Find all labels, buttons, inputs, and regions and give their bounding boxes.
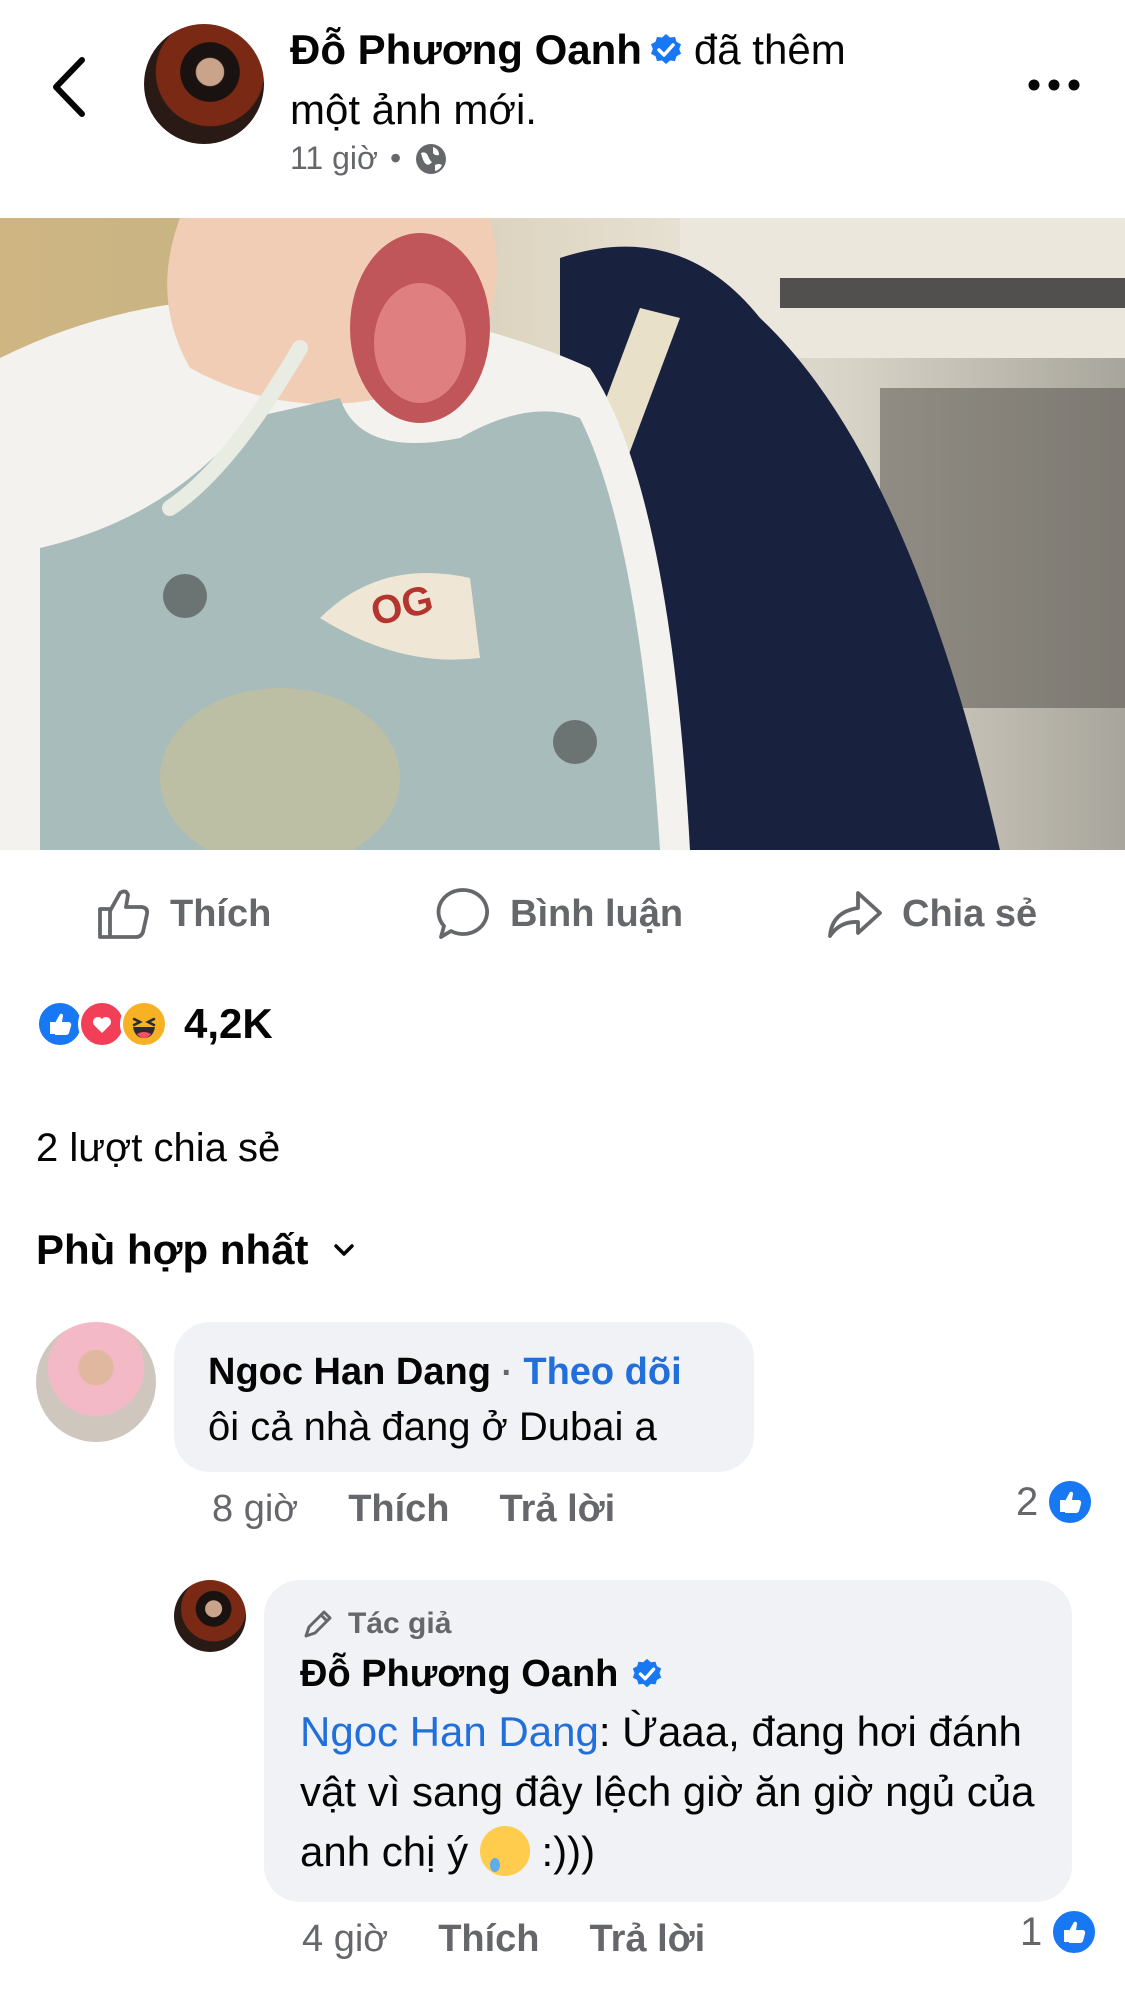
share-count[interactable]: 2 lượt chia sẻ [36,1126,280,1171]
reaction-summary[interactable]: 4,2K [36,1000,273,1048]
sort-label: Phù hợp nhất [36,1226,309,1273]
author-tag: Tác giả [300,1602,1036,1646]
reaction-count: 4,2K [184,1000,273,1047]
commenter-avatar[interactable] [36,1322,156,1442]
verified-badge-icon [633,1658,662,1688]
share-button[interactable]: Chia sẻ [826,884,1037,944]
like-icon [1050,1908,1099,1956]
comment-sort-dropdown[interactable]: Phù hợp nhất [36,1226,355,1274]
verified-badge-icon [650,34,681,64]
comment-like-button[interactable]: Thích [348,1488,449,1531]
author-tag-label: Tác giả [348,1607,452,1640]
share-label: Chia sẻ [902,892,1038,935]
author-avatar[interactable] [144,24,264,144]
thumbs-up-icon [98,889,150,939]
like-button[interactable]: Thích [94,884,271,944]
reply-body-end: :))) [529,1828,596,1875]
chevron-down-icon [333,1244,354,1256]
mention-link[interactable]: Ngoc Han Dang [300,1708,599,1755]
meta-separator: • [390,140,402,176]
post-header: Đỗ Phương Oanh đã thêm một ảnh mới. 11 g… [0,0,1125,218]
reply-meta: 4 giờ Thích Trả lời [302,1918,705,1961]
post-title: Đỗ Phương Oanh đã thêm một ảnh mới. [290,20,930,140]
reply-like-button[interactable]: Thích [438,1918,539,1961]
reply-bubble: Tác giả Đỗ Phương Oanh Ngoc Han Dang: Ừa… [264,1580,1072,1902]
reply-reply-button[interactable]: Trả lời [590,1918,706,1961]
author-reply-avatar[interactable] [174,1580,246,1652]
comment-time[interactable]: 8 giờ [212,1488,298,1531]
comment-like-number: 2 [1016,1479,1039,1524]
more-options-icon[interactable] [1024,70,1084,100]
author-name[interactable]: Đỗ Phương Oanh [290,26,642,73]
commenter-name[interactable]: Ngoc Han Dang [208,1351,491,1393]
post-action-bar: Thích Bình luận Chia sẻ [0,850,1125,974]
reply-like-count[interactable]: 1 [1020,1908,1099,1956]
reply-author-name[interactable]: Đỗ Phương Oanh [300,1646,618,1702]
follow-button[interactable]: Theo dõi [523,1351,681,1393]
comment-button[interactable]: Bình luận [434,884,683,944]
share-arrow-icon [828,891,882,938]
sad-tear-emoji-icon [479,1826,530,1876]
back-arrow-icon[interactable] [44,52,94,122]
like-label: Thích [170,892,272,935]
haha-icon [120,1000,168,1048]
love-icon [78,1000,126,1048]
like-icon [36,1000,84,1048]
comment-meta: 8 giờ Thích Trả lời [212,1488,615,1531]
comment-bubble-icon [436,888,489,939]
comment-text: ôi cả nhà đang ở Dubai a [208,1405,657,1449]
post-action-text-2: một ảnh mới. [290,86,537,133]
comment-like-count[interactable]: 2 [1016,1478,1095,1526]
reply-text: Ngoc Han Dang: Ừaaa, đang hơi đánh vật v… [300,1702,1036,1882]
post-time[interactable]: 11 giờ [290,140,378,177]
comment-bubble: Ngoc Han Dang · Theo dõi ôi cả nhà đang … [174,1322,754,1472]
pen-icon [304,1610,332,1638]
post-meta: 11 giờ • [290,140,449,177]
comment-reply-button[interactable]: Trả lời [500,1488,616,1531]
post-photo[interactable]: OG [0,218,1125,850]
post-action-text: đã thêm [693,26,846,73]
comment-label: Bình luận [510,892,684,935]
reply-time[interactable]: 4 giờ [302,1918,388,1961]
globe-icon [416,143,447,174]
reply-like-number: 1 [1020,1909,1043,1954]
name-separator: · [501,1354,513,1392]
like-icon [1046,1478,1095,1526]
